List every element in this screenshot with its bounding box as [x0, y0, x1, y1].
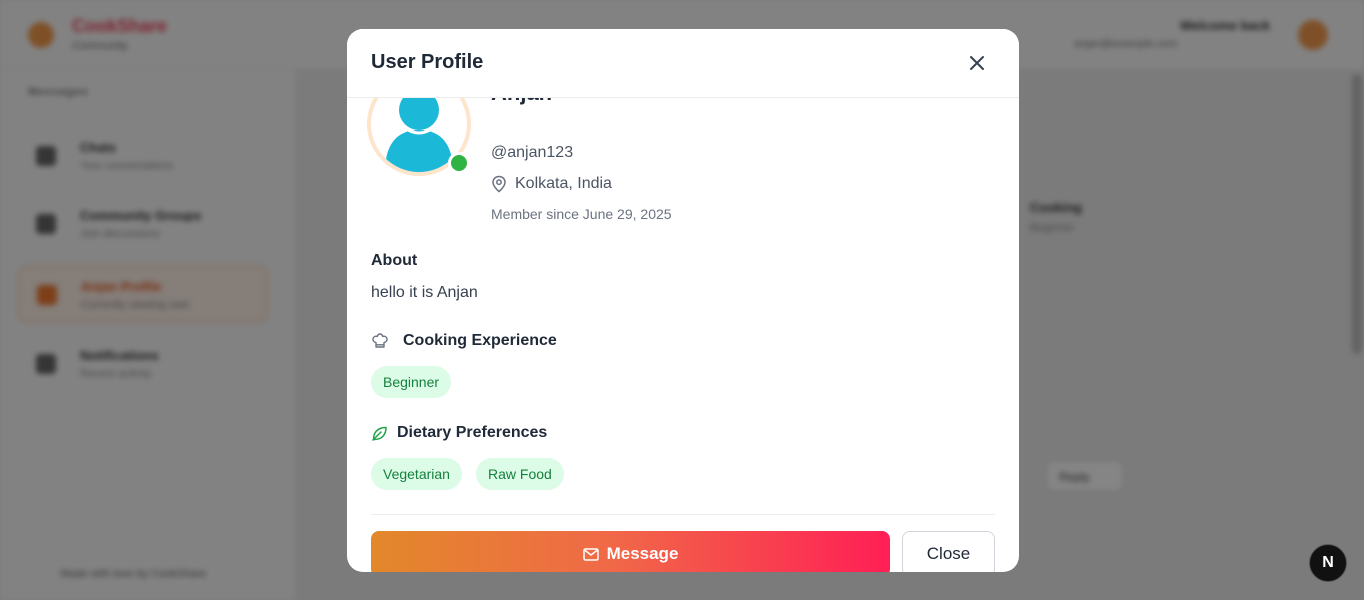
profile-username: @anjan123 [491, 144, 574, 161]
message-button-label: Message [606, 544, 679, 563]
close-icon[interactable] [963, 49, 991, 77]
footer-divider [371, 514, 995, 515]
chef-hat-icon [372, 333, 388, 348]
close-button[interactable]: Close [902, 531, 995, 572]
modal-title: User Profile [371, 51, 484, 73]
message-button[interactable]: Message [371, 531, 890, 572]
user-profile-modal: User Profile Anjan @anjan123 Kolkata, In… [347, 29, 1019, 572]
profile-location: Kolkata, India [491, 175, 612, 193]
member-since: Member since June 29, 2025 [491, 206, 672, 222]
modal-body[interactable]: Anjan @anjan123 Kolkata, India Member si… [347, 98, 1019, 572]
map-pin-icon [492, 175, 506, 193]
about-heading: About [371, 252, 418, 269]
dietary-preferences-heading: Dietary Preferences [397, 424, 548, 441]
cooking-experience-heading: Cooking Experience [403, 332, 557, 349]
cooking-experience-section: Cooking Experience [371, 332, 557, 350]
dietary-preferences-section: Dietary Preferences [371, 424, 547, 442]
mail-icon [582, 547, 599, 561]
dietary-tag: Raw Food [476, 458, 564, 490]
modal-header: User Profile [347, 29, 1019, 98]
location-text: Kolkata, India [515, 175, 612, 192]
online-status-dot [448, 152, 470, 174]
profile-name: Anjan [491, 98, 552, 106]
nextjs-dev-badge[interactable]: N [1309, 544, 1347, 582]
leaf-icon [372, 426, 387, 441]
about-text: hello it is Anjan [371, 284, 478, 301]
dietary-tag: Vegetarian [371, 458, 462, 490]
cooking-tag: Beginner [371, 366, 452, 398]
